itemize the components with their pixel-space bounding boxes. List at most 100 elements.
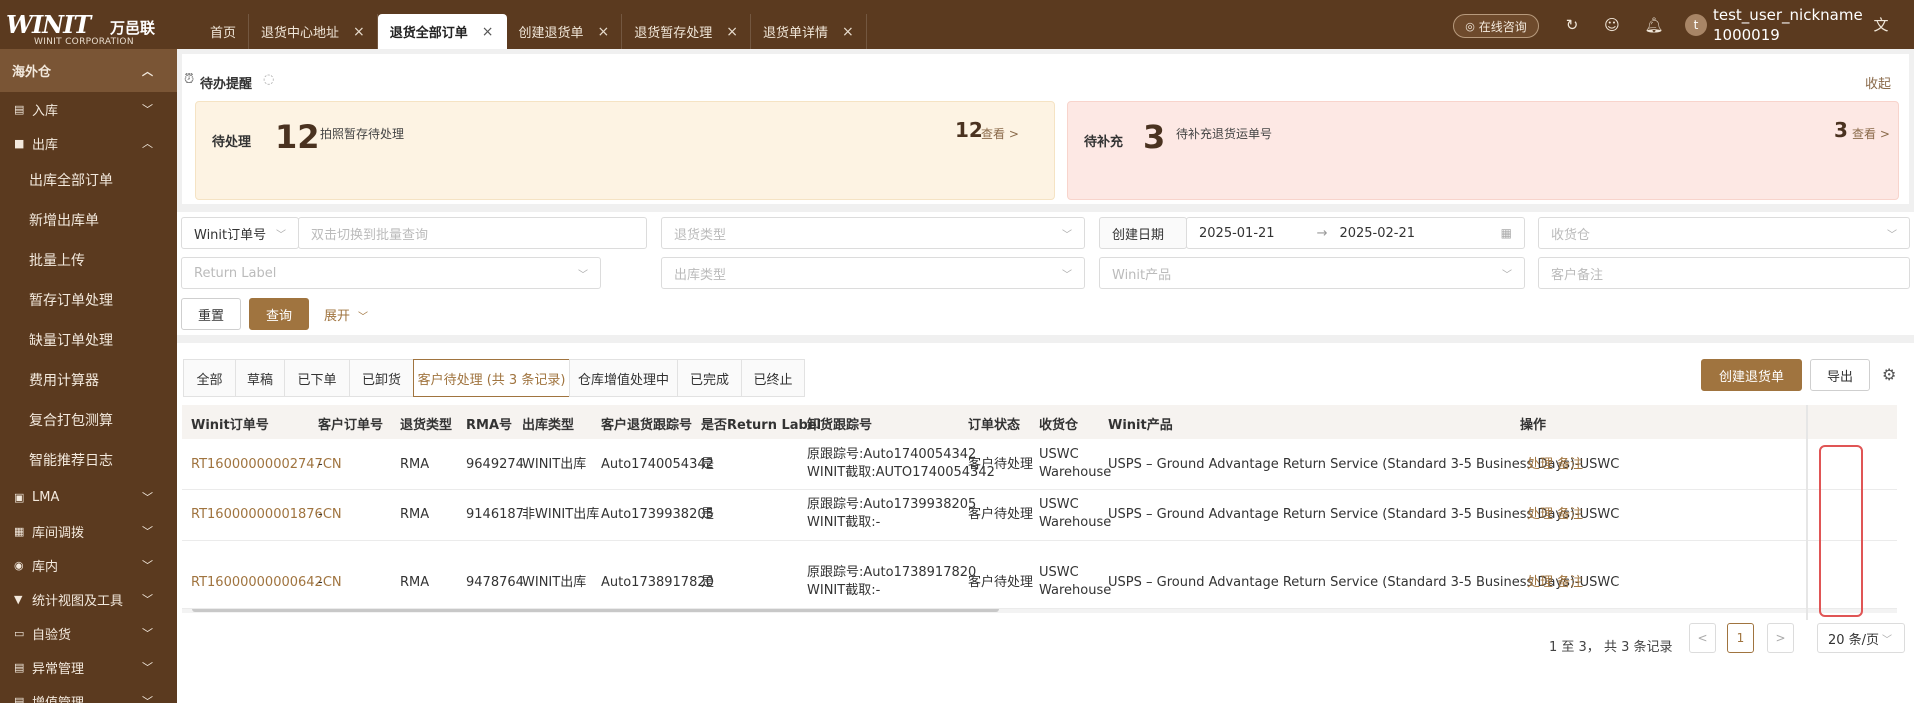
tab-return-staging[interactable]: 退货暂存处理 ×: [622, 14, 752, 49]
doc-icon: ▤: [14, 660, 25, 674]
bell-icon[interactable]: 🔔︎: [1644, 15, 1664, 35]
cell-warehouse-code: USWC: [1039, 497, 1079, 512]
col-winit-order: Winit订单号: [191, 418, 269, 433]
refresh-icon[interactable]: ↻: [1562, 15, 1582, 35]
avatar[interactable]: t: [1685, 14, 1707, 36]
cell-unload-winit: WINIT截取:-: [807, 515, 881, 530]
outbound-type-select[interactable]: 出库类型 ﹀: [661, 257, 1085, 289]
reset-button[interactable]: 重置: [181, 298, 241, 330]
circle-icon: ◉: [14, 558, 24, 572]
sidebar-item-inbound[interactable]: ▤ 入库 ﹀: [0, 92, 177, 126]
tab-create-return[interactable]: 创建退货单 ×: [507, 14, 623, 49]
sidebar-item-self-inspect[interactable]: ▭ 自验货 ﹀: [0, 616, 177, 650]
sidebar-sub-all-outbound[interactable]: 出库全部订单: [0, 160, 177, 200]
alarm-icon: ⏰︎: [184, 72, 195, 87]
close-icon[interactable]: ×: [842, 24, 854, 40]
sidebar-sub-pack-calc[interactable]: 复合打包测算: [0, 400, 177, 440]
card-view-link[interactable]: 查看 >: [981, 125, 1019, 142]
product-select[interactable]: Winit产品 ﹀: [1099, 257, 1525, 289]
smile-icon[interactable]: ☺: [1602, 15, 1622, 35]
cell-customer-order: -: [318, 507, 323, 522]
sidebar-item-stats[interactable]: ▼ 统计视图及工具 ﹀: [0, 582, 177, 616]
process-button[interactable]: 处理: [1527, 506, 1553, 524]
cell-order-status: 客户待处理: [968, 575, 1034, 590]
card-number: 3: [1143, 118, 1166, 156]
collapse-link[interactable]: 收起: [1865, 73, 1891, 92]
prev-page-button[interactable]: <: [1689, 623, 1716, 653]
cell-outbound-type: WINIT出库: [522, 575, 587, 590]
close-icon[interactable]: ×: [353, 24, 365, 40]
sidebar-sub-batch-upload[interactable]: 批量上传: [0, 240, 177, 280]
sidebar-sub-staging[interactable]: 暂存订单处理: [0, 280, 177, 320]
sidebar-sub-shortage[interactable]: 缺量订单处理: [0, 320, 177, 360]
sidebar-sub-calculator[interactable]: 费用计算器: [0, 360, 177, 400]
remark-button[interactable]: 备注: [1557, 506, 1583, 524]
pending-card: 待处理 12 拍照暂存待处理 12 查看 >: [195, 101, 1055, 200]
date-range-picker[interactable]: 2025-01-21 → 2025-02-21 ▦: [1186, 217, 1525, 249]
create-return-button[interactable]: 创建退货单: [1701, 359, 1802, 391]
export-button[interactable]: 导出: [1810, 359, 1870, 391]
return-type-select[interactable]: 退货类型 ﹀: [661, 217, 1085, 249]
order-number-input[interactable]: 双击切换到批量查询: [298, 217, 647, 249]
warehouse-select[interactable]: 收货仓 ﹀: [1538, 217, 1910, 249]
return-label-select[interactable]: Return Label ﹀: [181, 257, 601, 289]
status-tab-completed[interactable]: 已完成: [677, 359, 742, 397]
tab-return-address[interactable]: 退货中心地址 ×: [249, 14, 378, 49]
status-tab-ordered[interactable]: 已下单: [284, 359, 350, 397]
remark-input[interactable]: 客户备注: [1538, 257, 1910, 289]
highlight-box: [1819, 445, 1863, 617]
chevron-down-icon: ﹀: [276, 229, 286, 241]
sidebar-item-in-warehouse[interactable]: ◉ 库内 ﹀: [0, 548, 177, 582]
page-size-select[interactable]: 20 条/页 ﹀: [1817, 623, 1905, 653]
filter-panel: Winit订单号 ﹀ 双击切换到批量查询 退货类型 ﹀ 创建日期 2025-01-2…: [177, 212, 1914, 335]
winit-logo[interactable]: WINIT 万邑联 WINIT CORPORATION: [4, 10, 179, 47]
sidebar-sub-recommend-log[interactable]: 智能推荐日志: [0, 440, 177, 480]
sidebar-sub-new-outbound[interactable]: 新增出库单: [0, 200, 177, 240]
online-consult-button[interactable]: ◎ 在线咨询: [1453, 14, 1539, 38]
page-number[interactable]: 1: [1727, 623, 1754, 653]
sidebar-item-value-added[interactable]: ▤ 增值管理 ﹀: [0, 684, 177, 703]
remark-button[interactable]: 备注: [1557, 456, 1583, 474]
cell-customer-order: -: [318, 575, 323, 590]
close-icon[interactable]: ×: [598, 24, 610, 40]
search-button[interactable]: 查询: [249, 298, 309, 330]
warehouse-placeholder: 收货仓: [1551, 227, 1591, 243]
status-tab-draft[interactable]: 草稿: [235, 359, 285, 397]
cell-unload-original: 原跟踪号:Auto1740054342: [807, 447, 977, 462]
close-icon[interactable]: ×: [726, 24, 738, 40]
col-winit-product: Winit产品: [1108, 418, 1173, 433]
sidebar-group-overseas[interactable]: 海外仓 ︿: [0, 49, 177, 92]
remark-button[interactable]: 备注: [1557, 574, 1583, 592]
tab-home[interactable]: 首页: [198, 14, 250, 49]
sidebar-item-outbound[interactable]: ■ 出库 ︿: [0, 126, 177, 160]
order-type-select[interactable]: Winit订单号 ﹀: [181, 217, 299, 249]
username[interactable]: test_user_nickname: [1713, 5, 1863, 25]
status-tab-customer-pending[interactable]: 客户待处理 (共 3 条记录): [413, 359, 570, 397]
status-tab-warehouse-processing[interactable]: 仓库增值处理中: [569, 359, 678, 397]
translate-icon[interactable]: 文: [1871, 15, 1891, 35]
sidebar-item-label: 库间调拨: [32, 525, 85, 541]
card-view-link[interactable]: 查看 >: [1852, 125, 1890, 142]
status-tab-terminated[interactable]: 已终止: [741, 359, 805, 397]
cell-warehouse-code: USWC: [1039, 447, 1079, 462]
sidebar-item-exceptions[interactable]: ▤ 异常管理 ﹀: [0, 650, 177, 684]
process-button[interactable]: 处理: [1527, 456, 1553, 474]
cell-return-type: RMA: [400, 457, 430, 472]
process-button[interactable]: 处理: [1527, 574, 1553, 592]
cell-order-status: 客户待处理: [968, 507, 1034, 522]
sidebar-item-label: 库内: [32, 559, 59, 575]
cell-rma: 9649274: [466, 457, 524, 472]
sidebar-item-transfer[interactable]: ▦ 库间调拨 ﹀: [0, 514, 177, 548]
next-page-button[interactable]: >: [1767, 623, 1794, 653]
tab-return-detail[interactable]: 退货单详情 ×: [751, 14, 867, 49]
expand-toggle[interactable]: 展开 ﹀: [324, 305, 368, 324]
settings-icon[interactable]: ⚙: [1882, 365, 1896, 384]
status-tab-unloaded[interactable]: 已卸货: [349, 359, 414, 397]
doc-icon: ▤: [14, 694, 25, 703]
close-icon[interactable]: ×: [482, 24, 494, 40]
sidebar-item-lma[interactable]: ▣ LMA ﹀: [0, 480, 177, 514]
sidebar-item-label: LMA: [32, 489, 60, 505]
page-size-value: 20 条/页: [1828, 632, 1880, 648]
status-tab-all[interactable]: 全部: [183, 359, 236, 397]
tab-all-returns[interactable]: 退货全部订单 ×: [377, 14, 507, 49]
